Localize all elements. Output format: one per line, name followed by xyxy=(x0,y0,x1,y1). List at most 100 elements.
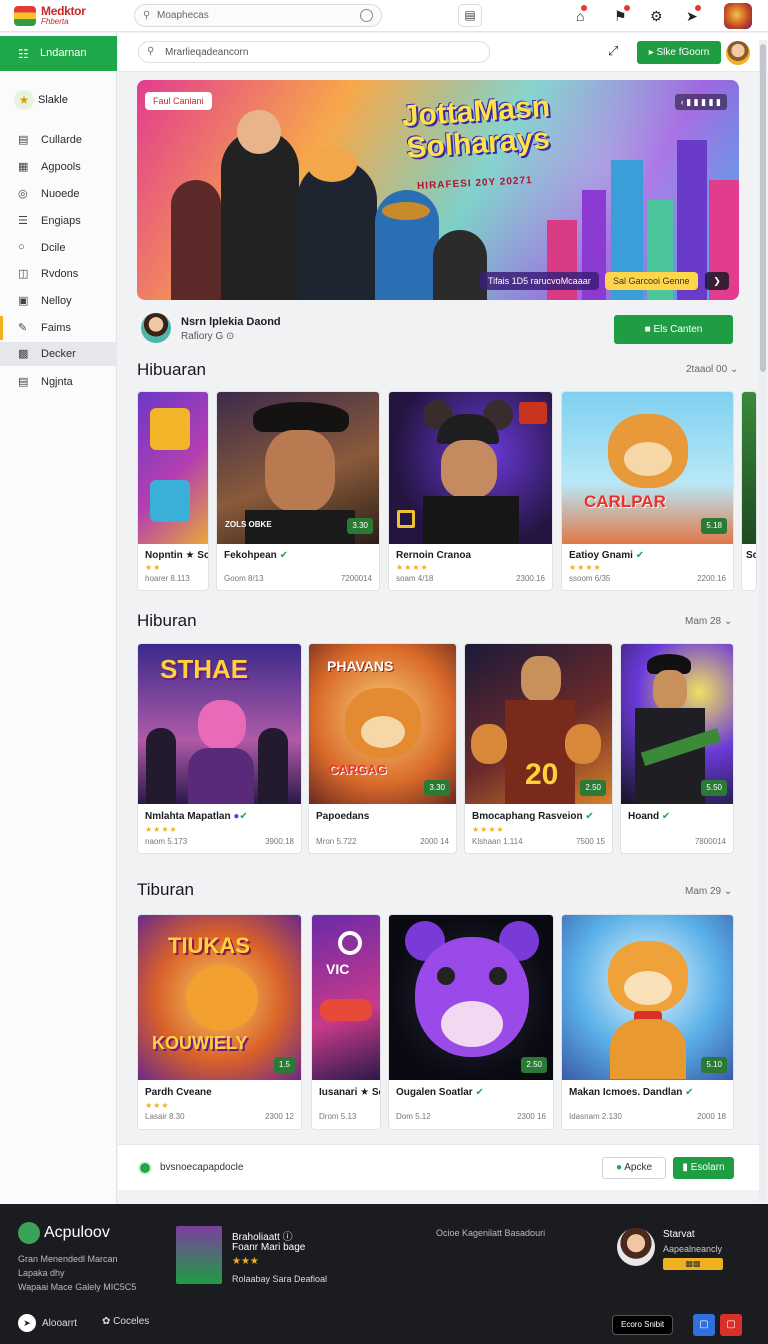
rating-stars: ★★★ xyxy=(145,1101,170,1110)
game-thumbnail xyxy=(389,915,553,1080)
game-count: 2300 16 xyxy=(517,1112,546,1121)
app-store-button[interactable]: Ecoro Snibit xyxy=(612,1315,674,1335)
secondary-button-label: Apcke xyxy=(624,1162,653,1173)
game-thumbnail xyxy=(389,392,552,544)
creator-avatar[interactable] xyxy=(141,313,171,343)
game-card[interactable]: CARLPAR 5.18 Eatioy Gnami ✔ ★★★★ ssoom 6… xyxy=(561,391,734,591)
thumbnail-number: 20 xyxy=(525,758,559,791)
footer-link[interactable]: ➤ Alooarrt xyxy=(18,1314,77,1332)
sidebar-item-3[interactable]: ◎ Nuoede xyxy=(0,182,117,206)
footer-desc-line: Gran Menendedl Marcan xyxy=(18,1254,118,1264)
gear-icon[interactable]: ⚙ xyxy=(650,6,663,26)
game-card[interactable]: 20 2.50 Bmocaphang Rasveion ✔ ★★★★ Klsha… xyxy=(464,643,613,854)
social-icon[interactable]: ▢ xyxy=(720,1314,742,1336)
verified-icon: ✔ xyxy=(279,550,288,561)
game-title: Pardh Cveane xyxy=(145,1087,212,1098)
hero-pager[interactable]: ‹ ▮ ▮ ▮ ▮ ▮ xyxy=(674,94,727,110)
thumbnail-caption: ZOLS OBKE xyxy=(225,520,272,529)
game-card[interactable]: 5.10 Makan Icmoes. Dandlan ✔ Idasnam 2.1… xyxy=(561,914,734,1130)
hero-next-icon[interactable]: ❯ xyxy=(705,272,729,290)
verified-icon: ✔ xyxy=(585,811,594,822)
author-name[interactable]: Starvat xyxy=(663,1229,695,1240)
game-title-text: Bmocaphang Rasveion xyxy=(472,811,583,822)
game-card[interactable]: ZOLS OBKE 3.30 Fekohpean ✔ Goom 8/13 720… xyxy=(216,391,380,591)
game-count: 3900.18 xyxy=(265,837,294,846)
game-count: 7500 15 xyxy=(576,837,605,846)
footer-card-meta: Rolaabay Sara Deafioal xyxy=(232,1274,328,1284)
game-card[interactable]: STHAE Nmlahta Mapatlan ●✔ ★★★★ naom 5.17… xyxy=(137,643,302,854)
game-card[interactable]: Nopntin ★ Sc ★★ hoarer 8.113 xyxy=(137,391,209,591)
sidebar-item-starred[interactable]: ★ Slakle xyxy=(14,90,68,110)
hero-cta-button[interactable]: Sal Garcooi Genne xyxy=(605,272,698,290)
featured-action-button[interactable]: ■ Els Canten xyxy=(614,315,733,344)
game-title: Eatioy Gnami ✔ xyxy=(569,550,644,561)
bear-body-illustration xyxy=(610,1019,686,1079)
ring-icon xyxy=(338,931,362,955)
section-title: Hiburan xyxy=(137,611,197,630)
section-title: Hibuaran xyxy=(137,360,206,379)
list-icon: ☰ xyxy=(18,215,28,227)
thumbnail-logo-text: KOUWIELY xyxy=(152,1033,248,1053)
footer-card-title[interactable]: Braholiaatt ⓘ xyxy=(232,1228,293,1243)
game-card[interactable]: 5.50 Hoand ✔ 7800014 xyxy=(620,643,734,854)
profile-avatar[interactable] xyxy=(724,3,752,29)
footer-thumbnail[interactable] xyxy=(176,1226,222,1284)
layout-toggle-button[interactable]: ▤ xyxy=(458,4,482,27)
game-count: 7200014 xyxy=(340,574,372,583)
hero-banner[interactable]: Faul Caniani ‹ ▮ ▮ ▮ ▮ ▮ JottaMasn Solha… xyxy=(137,80,739,300)
social-icon[interactable]: ▢ xyxy=(693,1314,715,1336)
section-sort-dropdown[interactable]: 2taaol 00 ⌄ xyxy=(686,364,738,375)
game-meta: Idasnam 2.130 xyxy=(569,1112,622,1121)
game-card[interactable]: PHAVANS CARGAG 3.30 Papoedans Mron 5.722… xyxy=(308,643,457,854)
sidebar-item-home[interactable]: ☷ Lndarnan xyxy=(0,36,117,71)
bottom-banner: bvsnoecapapdocle ● Apcke ▮ Esolarn xyxy=(118,1144,759,1190)
footer-logo[interactable]: Acpuloov xyxy=(18,1222,110,1244)
sidebar-item-label: Dcile xyxy=(41,242,66,254)
sidebar-item-10[interactable]: ▤ Ngjnta xyxy=(0,370,117,394)
game-card[interactable]: Sc xyxy=(741,391,757,591)
game-card[interactable]: TIUKAS KOUWIELY 1.5 Pardh Cveane ★★★ Las… xyxy=(137,914,302,1130)
footer-link[interactable]: ✿ Coceles xyxy=(102,1316,149,1327)
sidebar-item-8[interactable]: ✎ Faims xyxy=(0,316,117,340)
game-thumbnail: STHAE xyxy=(138,644,301,804)
game-thumbnail: VIC xyxy=(312,915,380,1080)
sidebar-item-7[interactable]: ▣ Nelloy xyxy=(0,289,117,313)
game-title: Nopntin ★ Sc xyxy=(145,550,209,561)
primary-bottom-button[interactable]: ▮ Esolarn xyxy=(673,1157,734,1179)
sidebar-item-4[interactable]: ☰ Engiaps xyxy=(0,209,117,233)
character-illustration xyxy=(186,965,258,1031)
top-search-placeholder: Moaphecas xyxy=(157,10,209,21)
bell-icon[interactable]: ⚑ xyxy=(614,5,630,26)
game-card[interactable]: 2.50 Ougalen Soatlar ✔ Dom 5.12 2300 16 xyxy=(388,914,554,1130)
top-search-input[interactable]: ⚲ Moaphecas xyxy=(134,4,382,27)
rating-stars: ★★★★ xyxy=(396,563,429,572)
app-logo[interactable]: Medktor Fhberta xyxy=(14,3,114,29)
grid-icon: ◫ xyxy=(18,268,29,280)
section-sort-dropdown[interactable]: Mam 29 ⌄ xyxy=(685,886,732,897)
sidebar-item-1[interactable]: ▤ Cullarde xyxy=(0,128,117,152)
verified-icon: ✔ xyxy=(239,811,248,822)
character-snout-illustration xyxy=(441,1001,503,1047)
sidebar-item-5[interactable]: ○ Dcile xyxy=(0,236,117,260)
content-search-input[interactable]: ⚲ Mrarlieqadeancorn xyxy=(138,41,490,63)
sidebar-item-6[interactable]: ◫ Rvdons xyxy=(0,262,117,286)
home-icon[interactable]: ⌂ xyxy=(576,5,588,26)
sidebar-item-label: Faims xyxy=(41,322,71,334)
scrollbar-thumb[interactable] xyxy=(760,44,766,372)
star-icon: ★ xyxy=(14,90,34,110)
creator-name[interactable]: Nsrn lplekia Daond xyxy=(181,316,281,328)
sidebar-item-2[interactable]: ▦ Agpools xyxy=(0,155,117,179)
expand-icon[interactable]: ⤢ xyxy=(608,43,618,59)
refresh-icon[interactable] xyxy=(360,9,373,22)
primary-action-button[interactable]: ▸ Slke fGoorn xyxy=(637,41,721,64)
page-scrollbar[interactable] xyxy=(759,40,767,1202)
rocket-icon[interactable]: ➤ xyxy=(686,5,701,26)
document-icon: ▤ xyxy=(18,134,29,146)
secondary-button[interactable]: ● Apcke xyxy=(602,1157,666,1179)
author-avatar[interactable] xyxy=(617,1228,655,1266)
user-avatar[interactable] xyxy=(726,41,750,65)
game-card[interactable]: Rernoin Cranoa ★★★★ soam 4/18 2300.16 xyxy=(388,391,553,591)
section-sort-dropdown[interactable]: Mam 28 ⌄ xyxy=(685,616,732,627)
game-card[interactable]: VIC Iusanari ★ Sc Drom 5.13 xyxy=(311,914,381,1130)
sidebar-item-9[interactable]: ▩ Decker xyxy=(0,342,117,366)
